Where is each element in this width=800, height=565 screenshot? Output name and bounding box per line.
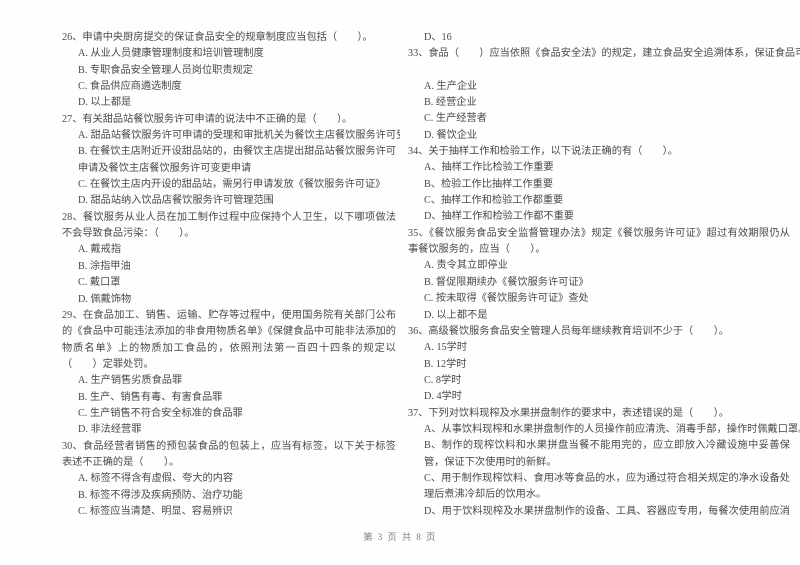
- question-32-option-d: D、16: [424, 32, 452, 43]
- question-26-option-a: A. 从业人员健康管理制度和培训管理制度: [78, 48, 264, 60]
- question-28-option-a: A. 戴戒指: [78, 244, 122, 256]
- question-33-option-d: D. 餐饮企业: [424, 129, 478, 141]
- question-34: 34、关于抽样工作和检验工作，以下说法正确的有（ ）。 A、抽样工作比检验工作重…: [408, 144, 790, 226]
- question-34-option-d: D、抽样工作和检验工作都不重要: [424, 211, 574, 223]
- right-column: D、16 33、食品（ ）应当依照《食品安全法》的规定，建立食品安全追溯体系，保…: [400, 30, 800, 520]
- question-37-option-d: D、用于饮料现榨及水果拼盘制作的设备、工具、容器应专用，每餐次使用前应消毒，用后…: [424, 505, 790, 517]
- question-27-option-b: B. 在餐饮主店附近开设甜品站的，由餐饮主店提出甜品站餐饮服务许可申请及餐饮主店…: [78, 146, 396, 174]
- question-30-stem: 30、食品经营者销售的预包装食品的包装上，应当有标签，以下关于标签表述不正确的是…: [62, 440, 396, 468]
- question-29-stem: 29、在食品加工、销售、运输、贮存等过程中，使用国务院有关部门公布的《食品中可能…: [62, 309, 396, 370]
- question-34-option-c: C、抽样工作和检验工作都重要: [424, 195, 564, 207]
- question-35-option-d: D. 以上都不是: [424, 309, 488, 321]
- question-26-option-c: C. 食品供应商遴选制度: [78, 81, 182, 93]
- question-36: 36、高级餐饮服务食品安全管理人员每年继续教育培训不少于（ ）。 A. 15学时…: [408, 324, 790, 406]
- question-29-option-d: D. 非法经营罪: [78, 424, 142, 436]
- question-29: 29、在食品加工、销售、运输、贮存等过程中，使用国务院有关部门公布的《食品中可能…: [62, 308, 396, 439]
- question-30-option-b: B. 标签不得涉及疾病预防、治疗功能: [78, 489, 243, 501]
- question-36-option-d: D. 4学时: [424, 391, 462, 403]
- question-37-option-c: C、用于制作现榨饮料、食用冰等食品的水，应为通过符合相关规定的净水设备处理后煮沸…: [424, 472, 790, 501]
- question-28-option-b: B. 涂指甲油: [78, 260, 131, 272]
- question-34-option-b: B、检验工作比抽样工作重要: [424, 178, 554, 190]
- question-36-option-a: A. 15学时: [424, 342, 468, 354]
- question-30-option-a: A. 标签不得含有虚假、夸大的内容: [78, 473, 234, 485]
- question-27-option-a: A. 甜品站餐饮服务许可申请的受理和审批机关为餐饮主店餐饮服务许可受理和审批机关: [78, 130, 400, 142]
- question-28: 28、餐饮服务从业人员在加工制作过程中应保持个人卫生，以下哪项做法不会导致食品污…: [62, 210, 396, 308]
- exam-page: 26、申请中央厨房提交的保证食品安全的规章制度应当包括（ ）。 A. 从业人员健…: [0, 0, 800, 565]
- question-34-option-a: A、抽样工作比检验工作重要: [424, 162, 554, 174]
- question-27-option-c: C. 在餐饮主店内开设的甜品站，需另行申请发放《餐饮服务许可证》: [78, 179, 386, 191]
- question-37: 37、下列对饮料现榨及水果拼盘制作的要求中，表述错误的是（ ）。 A、从事饮料现…: [408, 406, 800, 520]
- question-33-option-c: C. 生产经营者: [424, 113, 487, 125]
- question-34-stem: 34、关于抽样工作和检验工作，以下说法正确的有（ ）。: [408, 146, 678, 158]
- question-35-option-a: A. 责令其立即停业: [424, 260, 508, 272]
- question-37-stem: 37、下列对饮料现榨及水果拼盘制作的要求中，表述错误的是（ ）。: [408, 407, 729, 419]
- question-36-stem: 36、高级餐饮服务食品安全管理人员每年继续教育培训不少于（ ）。: [408, 325, 729, 337]
- question-29-option-b: B. 生产、销售有毒、有害食品罪: [78, 391, 223, 403]
- question-35: 35、《餐饮服务食品安全监督管理办法》规定《餐饮服务许可证》超过有效期限仍从事餐…: [408, 226, 790, 324]
- question-29-option-c: C. 生产销售不符合安全标准的食品罪: [78, 407, 243, 419]
- question-36-option-c: C. 8学时: [424, 374, 462, 386]
- page-footer: 第 3 页 共 8 页: [363, 533, 437, 543]
- question-28-option-d: D. 佩戴饰物: [78, 293, 132, 305]
- question-27: 27、有关甜品站餐饮服务许可申请的说法中不正确的是（ ）。 A. 甜品站餐饮服务…: [62, 112, 400, 210]
- question-26-option-d: D. 以上都是: [78, 97, 132, 109]
- question-32-continued: D、16: [408, 30, 790, 46]
- question-29-option-a: A. 生产销售劣质食品罪: [78, 375, 183, 387]
- question-37-option-a: A、从事饮料现榨和水果拼盘制作的人员操作前应清洗、消毒手部，操作时佩戴口罩。: [424, 423, 800, 435]
- question-36-option-b: B. 12学时: [424, 358, 467, 370]
- question-33-option-a: A. 生产企业: [424, 80, 478, 92]
- question-26-option-b: B. 专职食品安全管理人员岗位职责规定: [78, 64, 253, 76]
- question-26-stem: 26、申请中央厨房提交的保证食品安全的规章制度应当包括（ ）。: [62, 32, 373, 43]
- question-35-option-c: C. 按未取得《餐饮服务许可证》查处: [424, 293, 589, 305]
- question-28-option-c: C. 戴口罩: [78, 277, 121, 289]
- question-27-stem: 27、有关甜品站餐饮服务许可申请的说法中不正确的是（ ）。: [62, 113, 353, 125]
- two-column-body: 26、申请中央厨房提交的保证食品安全的规章制度应当包括（ ）。 A. 从业人员健…: [0, 30, 800, 520]
- question-33: 33、食品（ ）应当依照《食品安全法》的规定，建立食品安全追溯体系，保证食品可追…: [408, 46, 800, 144]
- question-35-stem: 35、《餐饮服务食品安全监督管理办法》规定《餐饮服务许可证》超过有效期限仍从事餐…: [408, 227, 790, 256]
- question-28-stem: 28、餐饮服务从业人员在加工制作过程中应保持个人卫生，以下哪项做法不会导致食品污…: [62, 211, 396, 240]
- question-33-option-b: B. 经营企业: [424, 97, 477, 109]
- left-column: 26、申请中央厨房提交的保证食品安全的规章制度应当包括（ ）。 A. 从业人员健…: [0, 30, 400, 520]
- question-26: 26、申请中央厨房提交的保证食品安全的规章制度应当包括（ ）。 A. 从业人员健…: [62, 30, 396, 112]
- question-35-option-b: B. 督促限期续办《餐饮服务许可证》: [424, 276, 589, 288]
- question-27-option-d: D. 甜品站纳入饮品店餐饮服务许可管理范围: [78, 195, 274, 207]
- question-33-gap: [408, 63, 790, 79]
- question-37-option-b: B、制作的现榨饮料和水果拼盘当餐不能用完的，应立即放入冷藏设施中妥善保管，保证下…: [424, 440, 790, 468]
- question-33-stem: 33、食品（ ）应当依照《食品安全法》的规定，建立食品安全追溯体系，保证食品可追…: [408, 48, 800, 60]
- question-30: 30、食品经营者销售的预包装食品的包装上，应当有标签，以下关于标签表述不正确的是…: [62, 439, 396, 520]
- question-30-option-c: C. 标签应当清楚、明显、容易辨识: [78, 505, 233, 517]
